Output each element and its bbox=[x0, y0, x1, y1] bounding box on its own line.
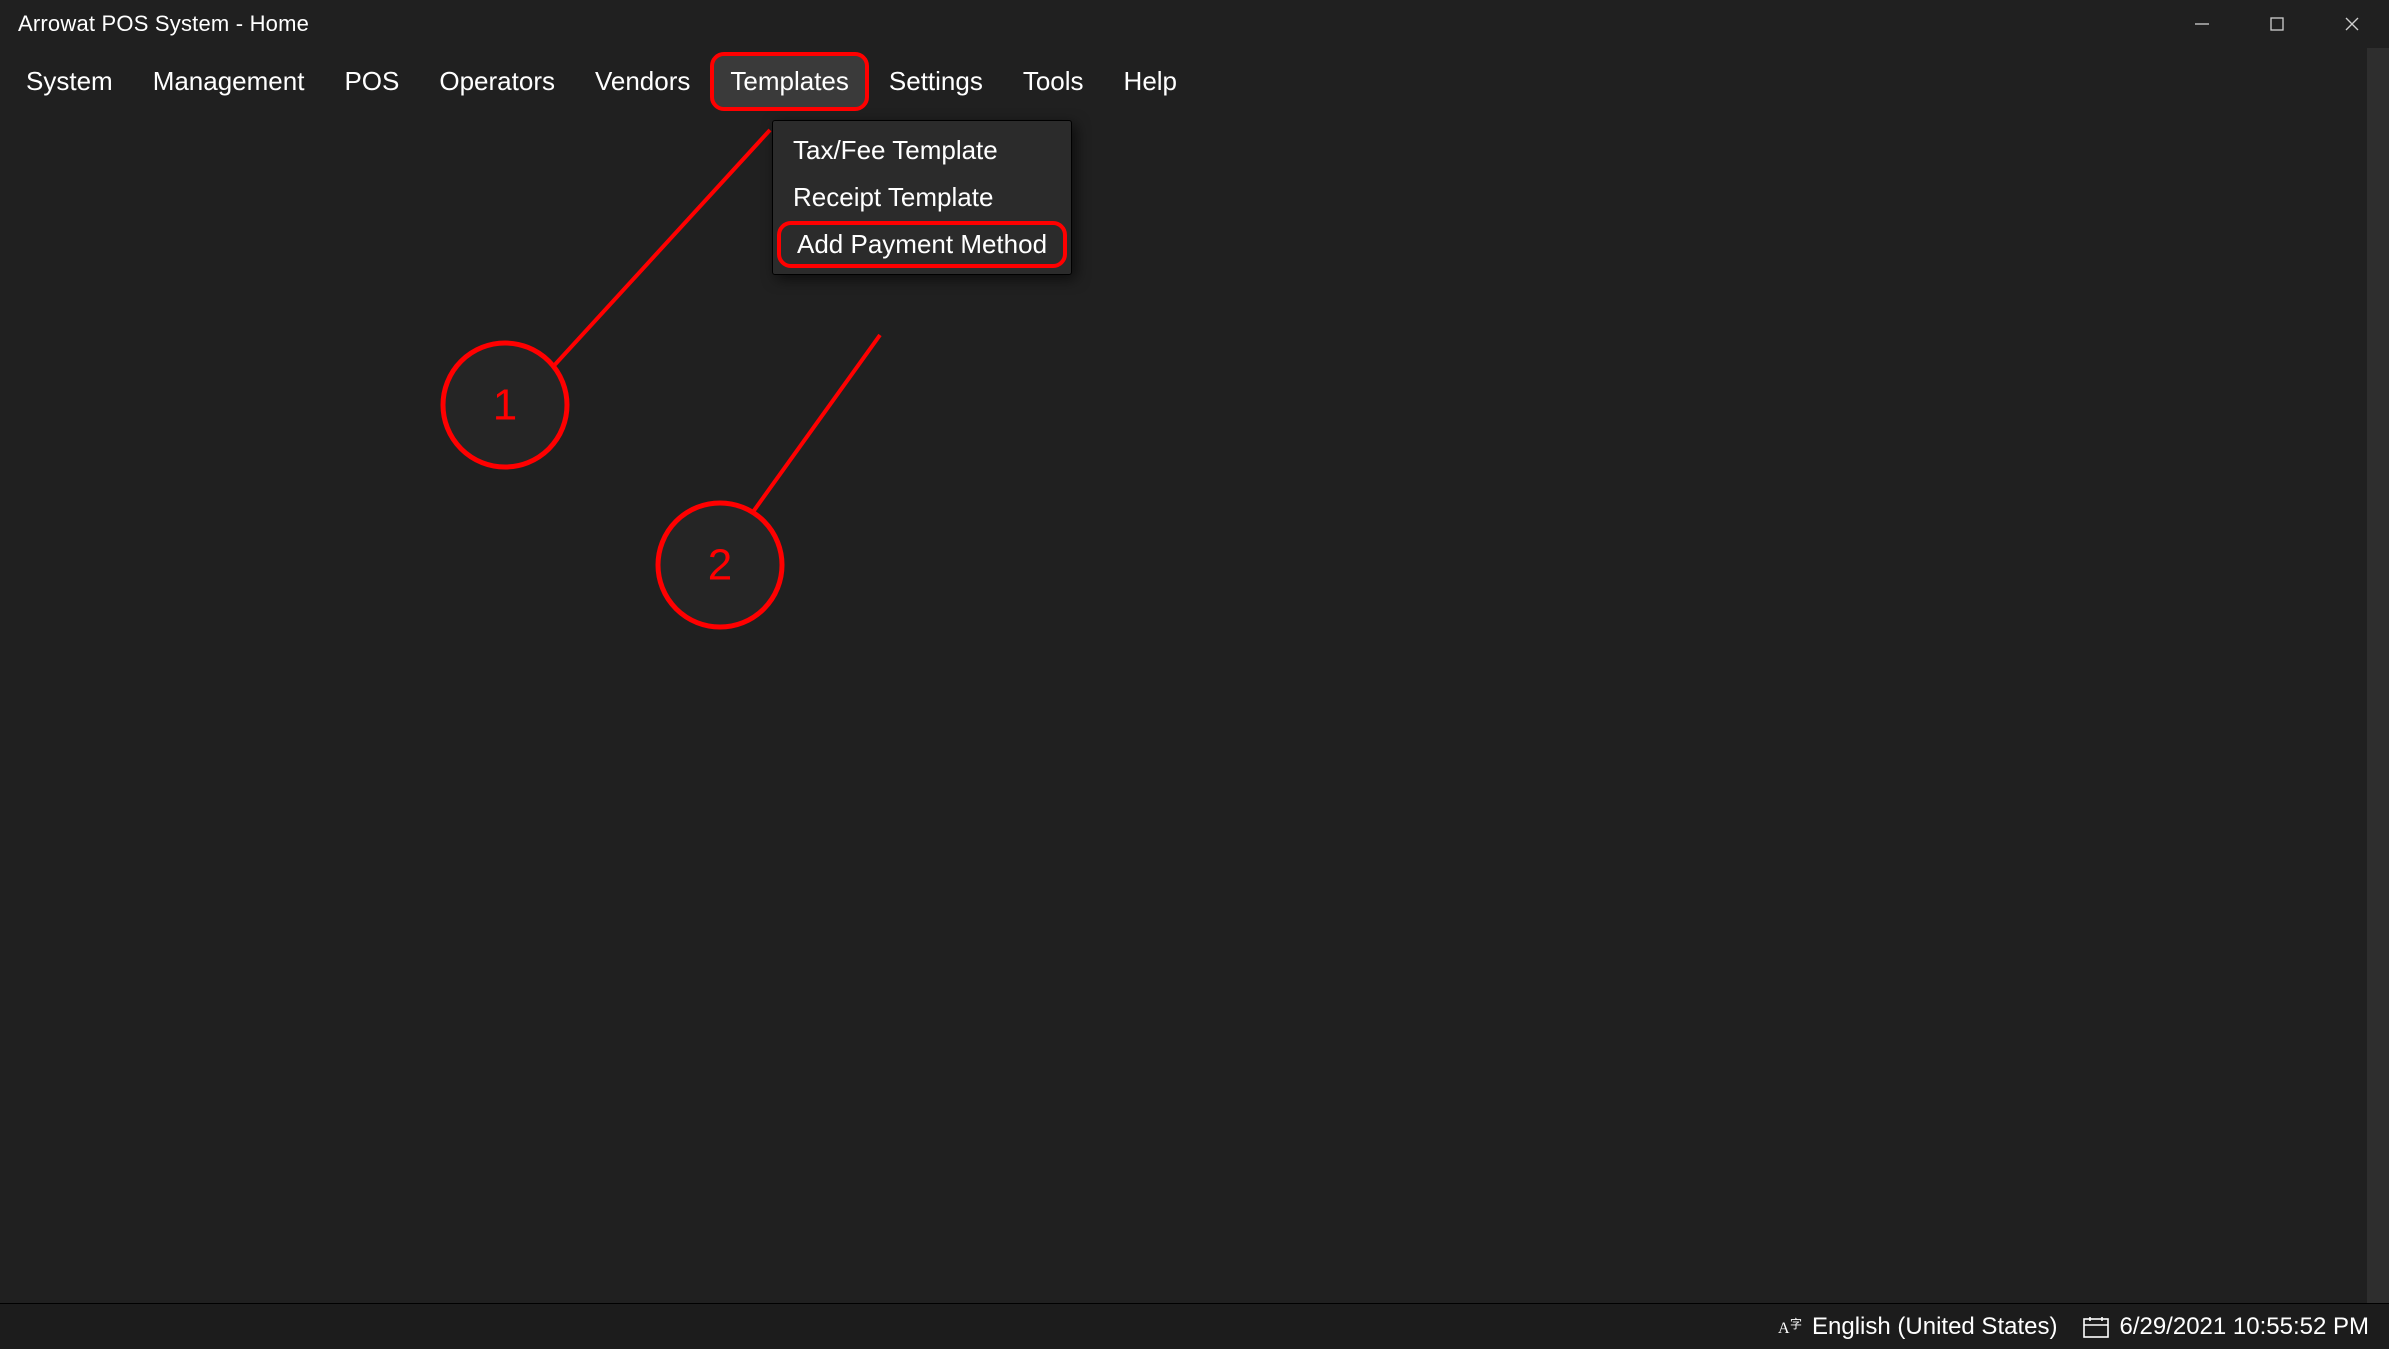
menu-management[interactable]: Management bbox=[133, 52, 325, 111]
menu-tools[interactable]: Tools bbox=[1003, 52, 1104, 111]
maximize-button[interactable] bbox=[2239, 0, 2314, 48]
close-button[interactable] bbox=[2314, 0, 2389, 48]
menu-templates[interactable]: Templates bbox=[710, 52, 869, 111]
annotation-marker-2: 2 bbox=[708, 541, 732, 590]
menu-pos[interactable]: POS bbox=[324, 52, 419, 111]
calendar-icon bbox=[2083, 1316, 2109, 1338]
status-datetime[interactable]: 6/29/2021 10:55:52 PM bbox=[2083, 1313, 2369, 1341]
status-language-label: English (United States) bbox=[1812, 1313, 2057, 1341]
menu-system[interactable]: System bbox=[6, 52, 133, 111]
close-icon bbox=[2343, 15, 2361, 33]
status-language[interactable]: A 字 English (United States) bbox=[1778, 1313, 2057, 1341]
svg-text:字: 字 bbox=[1790, 1316, 1802, 1331]
language-icon: A 字 bbox=[1778, 1316, 1802, 1338]
minimize-button[interactable] bbox=[2164, 0, 2239, 48]
minimize-icon bbox=[2193, 15, 2211, 33]
menu-help[interactable]: Help bbox=[1104, 52, 1197, 111]
dropdown-add-payment-method[interactable]: Add Payment Method bbox=[777, 221, 1067, 268]
statusbar: A 字 English (United States) 6/29/2021 10… bbox=[0, 1303, 2389, 1349]
templates-dropdown: Tax/Fee Template Receipt Template Add Pa… bbox=[772, 120, 1072, 275]
menubar: System Management POS Operators Vendors … bbox=[0, 48, 2389, 111]
titlebar: Arrowat POS System - Home bbox=[0, 0, 2389, 48]
svg-text:A: A bbox=[1778, 1320, 1790, 1337]
dropdown-tax-fee-template[interactable]: Tax/Fee Template bbox=[773, 127, 1071, 174]
annotation-overlay: 1 2 bbox=[0, 0, 2389, 1349]
menu-vendors[interactable]: Vendors bbox=[575, 52, 710, 111]
window-title: Arrowat POS System - Home bbox=[18, 11, 309, 37]
status-datetime-label: 6/29/2021 10:55:52 PM bbox=[2119, 1313, 2369, 1341]
vertical-scrollbar[interactable] bbox=[2367, 48, 2389, 1303]
dropdown-receipt-template[interactable]: Receipt Template bbox=[773, 174, 1071, 221]
menu-settings[interactable]: Settings bbox=[869, 52, 1003, 111]
maximize-icon bbox=[2269, 16, 2285, 32]
annotation-marker-1: 1 bbox=[493, 381, 517, 430]
menu-operators[interactable]: Operators bbox=[419, 52, 575, 111]
window-controls bbox=[2164, 0, 2389, 48]
